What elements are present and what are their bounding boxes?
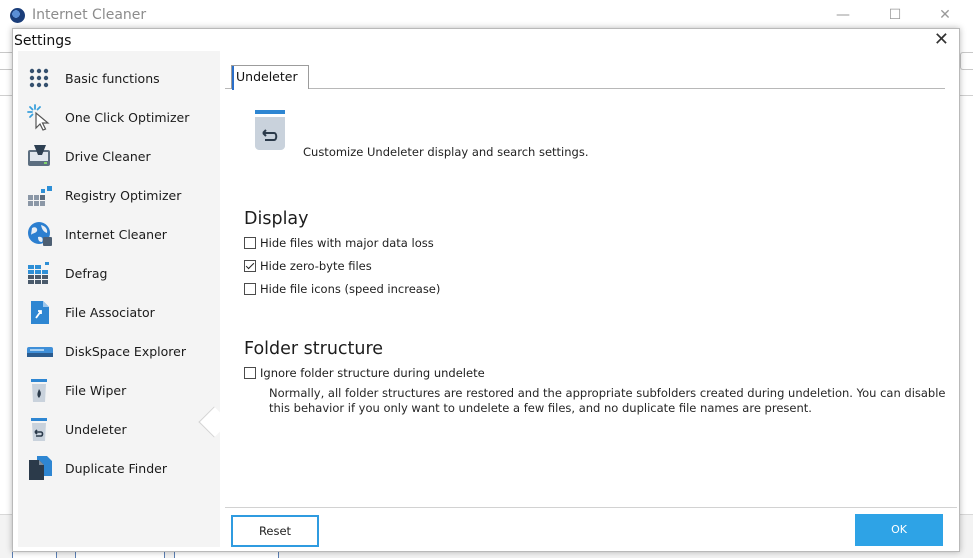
checkmark-icon bbox=[245, 260, 255, 270]
minimize-button[interactable]: — bbox=[828, 6, 858, 24]
sidebar-item-duplicate-finder[interactable]: Duplicate Finder bbox=[18, 449, 220, 487]
app-close-button[interactable]: ✕ bbox=[930, 6, 960, 24]
sidebar-item-label: Undeleter bbox=[65, 421, 127, 437]
footer-divider bbox=[225, 507, 957, 508]
drive-cleaner-icon bbox=[28, 145, 50, 166]
dots-grid-icon bbox=[29, 68, 49, 88]
hide-major-data-loss-checkbox[interactable]: Hide files with major data loss bbox=[244, 235, 434, 251]
dialog-title: Settings bbox=[14, 33, 72, 49]
globe-icon bbox=[28, 222, 52, 246]
undeleter-header-icon bbox=[255, 110, 285, 150]
background-divider bbox=[0, 95, 12, 96]
ignore-folder-structure-checkbox[interactable]: Ignore folder structure during undelete bbox=[244, 365, 485, 381]
defrag-icon bbox=[28, 262, 49, 284]
app-title: Internet Cleaner bbox=[32, 7, 147, 23]
sidebar-item-label: File Wiper bbox=[65, 382, 127, 398]
sidebar-item-label: Drive Cleaner bbox=[65, 148, 151, 164]
sidebar-item-label: Duplicate Finder bbox=[65, 460, 167, 476]
background-control bbox=[960, 52, 973, 70]
hide-zero-byte-files-checkbox[interactable]: Hide zero-byte files bbox=[244, 258, 372, 274]
settings-dialog: Settings ✕ Basic functions One Click Opt… bbox=[12, 28, 960, 552]
file-associator-icon bbox=[31, 301, 49, 324]
sidebar-item-diskspace-explorer[interactable]: DiskSpace Explorer bbox=[18, 332, 220, 370]
tab-undeleter[interactable]: Undeleter bbox=[231, 65, 309, 90]
registry-icon bbox=[28, 186, 52, 206]
display-section-title: Display bbox=[244, 209, 309, 229]
page-description: Customize Undeleter display and search s… bbox=[303, 145, 589, 159]
checkbox-box[interactable] bbox=[244, 283, 256, 295]
sidebar-item-label: Internet Cleaner bbox=[65, 226, 167, 242]
disk-drive-icon bbox=[27, 347, 53, 357]
folder-structure-note: Normally, all folder structures are rest… bbox=[269, 386, 946, 415]
sidebar-item-undeleter[interactable]: Undeleter bbox=[18, 410, 220, 448]
hide-file-icons-checkbox[interactable]: Hide file icons (speed increase) bbox=[244, 281, 440, 297]
checkbox-label: Ignore folder structure during undelete bbox=[260, 366, 485, 380]
tab-strip-divider bbox=[225, 88, 945, 89]
settings-sidebar: Basic functions One Click Optimizer Driv… bbox=[18, 51, 220, 547]
sidebar-item-file-associator[interactable]: File Associator bbox=[18, 293, 220, 331]
checkbox-label: Hide files with major data loss bbox=[260, 236, 434, 250]
sidebar-item-label: One Click Optimizer bbox=[65, 109, 190, 125]
tab-label: Undeleter bbox=[236, 69, 298, 84]
sidebar-item-one-click-optimizer[interactable]: One Click Optimizer bbox=[18, 98, 220, 136]
file-wiper-icon bbox=[31, 379, 47, 402]
sidebar-item-registry-optimizer[interactable]: Registry Optimizer bbox=[18, 176, 220, 214]
sidebar-item-label: Defrag bbox=[65, 265, 108, 281]
reset-button[interactable]: Reset bbox=[231, 515, 319, 547]
sidebar-item-internet-cleaner[interactable]: Internet Cleaner bbox=[18, 215, 220, 253]
ok-button[interactable]: OK bbox=[855, 514, 943, 546]
sidebar-item-label: DiskSpace Explorer bbox=[65, 343, 186, 359]
undeleter-icon bbox=[31, 418, 47, 441]
sidebar-item-basic-functions[interactable]: Basic functions bbox=[18, 59, 220, 97]
app-logo-icon bbox=[10, 8, 25, 23]
settings-content: Undeleter Customize Undeleter display an… bbox=[225, 51, 957, 547]
folder-structure-section-title: Folder structure bbox=[244, 339, 384, 359]
background-divider bbox=[960, 95, 973, 96]
tab-active-indicator bbox=[232, 66, 234, 90]
dialog-close-button[interactable]: ✕ bbox=[934, 29, 949, 51]
checkbox-box[interactable] bbox=[244, 237, 256, 249]
maximize-button[interactable]: ☐ bbox=[880, 6, 910, 24]
cursor-click-icon bbox=[27, 104, 50, 131]
checkbox-box[interactable] bbox=[244, 260, 256, 272]
checkbox-box[interactable] bbox=[244, 367, 256, 379]
duplicate-files-icon bbox=[29, 456, 52, 480]
checkbox-label: Hide zero-byte files bbox=[260, 259, 372, 273]
checkbox-label: Hide file icons (speed increase) bbox=[260, 282, 441, 296]
sidebar-item-label: Basic functions bbox=[65, 70, 160, 86]
sidebar-item-label: File Associator bbox=[65, 304, 155, 320]
sidebar-item-defrag[interactable]: Defrag bbox=[18, 254, 220, 292]
sidebar-item-label: Registry Optimizer bbox=[65, 187, 182, 203]
sidebar-item-file-wiper[interactable]: File Wiper bbox=[18, 371, 220, 409]
sidebar-item-drive-cleaner[interactable]: Drive Cleaner bbox=[18, 137, 220, 175]
app-titlebar: Internet Cleaner — ☐ ✕ bbox=[0, 0, 973, 30]
